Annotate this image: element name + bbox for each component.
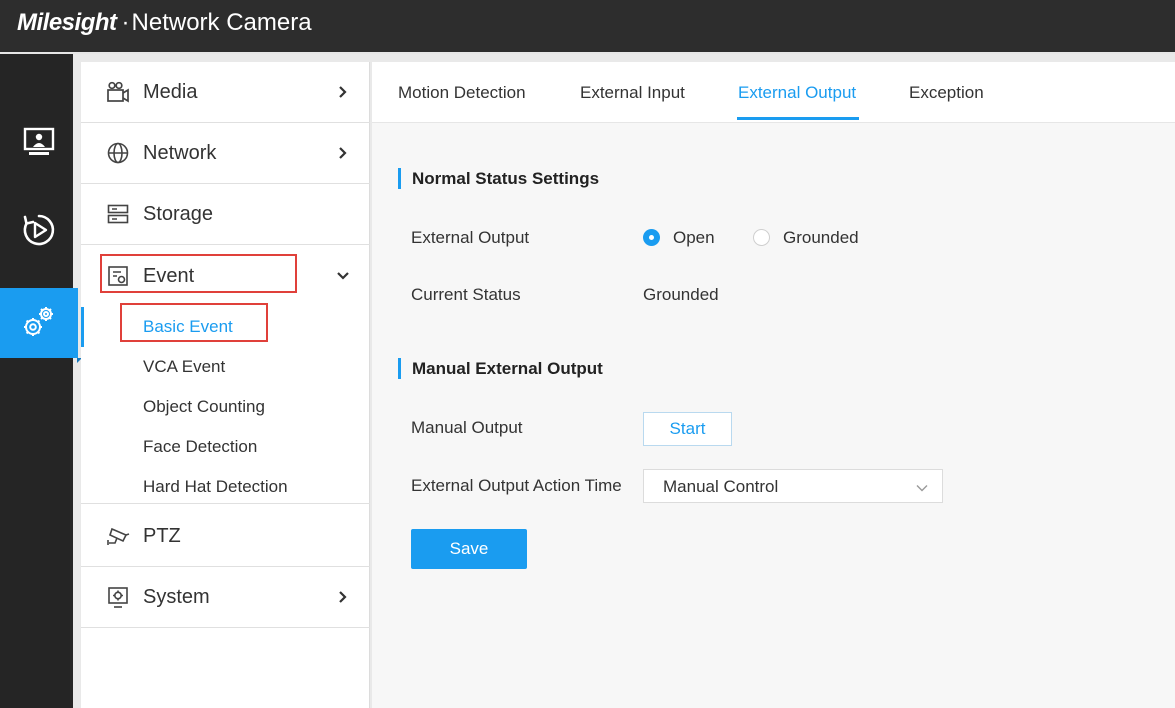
globe-icon	[106, 141, 130, 165]
main-content: Motion Detection External Input External…	[372, 62, 1175, 708]
menu-item-system[interactable]: System	[81, 567, 370, 628]
menu-item-media[interactable]: Media	[81, 62, 370, 123]
menu-item-label: System	[143, 585, 210, 608]
external-output-label: External Output	[411, 228, 530, 247]
manual-output-label: Manual Output	[411, 418, 523, 437]
current-status-label: Current Status	[411, 285, 521, 304]
current-status-value: Grounded	[643, 285, 719, 304]
radio-open[interactable]	[643, 229, 660, 246]
menu-item-label: PTZ	[143, 524, 181, 547]
top-header: Milesight ·Network Camera	[0, 0, 1175, 52]
active-tab-underline	[737, 117, 859, 120]
left-icon-bar	[0, 54, 82, 708]
action-time-select[interactable]: Manual Control	[643, 469, 943, 503]
action-time-value: Manual Control	[663, 477, 779, 496]
radio-open-label[interactable]: Open	[673, 228, 715, 248]
camera-icon	[106, 80, 130, 104]
chevron-right-icon	[336, 146, 350, 160]
subitem-face-detection[interactable]: Face Detection	[143, 437, 257, 457]
subitem-object-counting[interactable]: Object Counting	[143, 397, 265, 417]
tab-exception[interactable]: Exception	[909, 83, 984, 103]
settings-icon	[21, 303, 57, 344]
event-icon	[106, 264, 130, 288]
section-manual-output: Manual External Output	[398, 358, 603, 379]
start-button[interactable]: Start	[643, 412, 732, 446]
active-subitem-indicator	[81, 307, 84, 347]
menu-item-label: Media	[143, 80, 198, 103]
tab-bar: Motion Detection External Input External…	[372, 62, 1175, 123]
menu-item-storage[interactable]: Storage	[81, 184, 370, 245]
system-icon	[106, 585, 130, 609]
menu-item-event: Event Basic Event VCA Event Object Count…	[81, 245, 370, 504]
menu-item-ptz[interactable]: PTZ	[81, 506, 370, 567]
tab-external-output[interactable]: External Output	[738, 83, 856, 103]
save-button[interactable]: Save	[411, 529, 527, 569]
monitor-icon	[23, 126, 55, 163]
playback-button[interactable]	[0, 197, 78, 267]
brand-logo: Milesight	[17, 9, 117, 36]
menu-item-network[interactable]: Network	[81, 123, 370, 184]
settings-button[interactable]	[0, 288, 82, 363]
brand-separator: ·	[121, 9, 130, 36]
header-divider	[0, 52, 1175, 54]
menu-item-label: Network	[143, 141, 217, 164]
radio-grounded[interactable]	[753, 229, 770, 246]
chevron-right-icon	[336, 590, 350, 604]
section-normal-status: Normal Status Settings	[398, 168, 599, 189]
radio-grounded-label[interactable]: Grounded	[783, 228, 859, 248]
menu-item-label: Storage	[143, 202, 214, 225]
settings-menu: Media Network Storage Event Basic Event …	[81, 62, 370, 708]
subitem-hard-hat-detection[interactable]: Hard Hat Detection	[143, 477, 288, 497]
chevron-right-icon	[336, 85, 350, 99]
storage-icon	[106, 202, 130, 226]
brand: Milesight ·Network Camera	[17, 9, 312, 37]
menu-item-label: Event	[143, 265, 195, 287]
chevron-down-icon	[336, 269, 350, 283]
product-name: Network Camera	[131, 9, 312, 36]
subitem-basic-event[interactable]: Basic Event	[143, 317, 233, 337]
tab-external-input[interactable]: External Input	[580, 83, 685, 103]
action-time-label: External Output Action Time	[411, 476, 622, 495]
tab-motion-detection[interactable]: Motion Detection	[398, 83, 526, 103]
event-header[interactable]: Event	[81, 245, 370, 306]
live-view-button[interactable]	[0, 109, 78, 179]
ptz-camera-icon	[106, 524, 130, 548]
playback-icon	[22, 213, 56, 252]
chevron-down-icon	[916, 481, 928, 493]
subitem-vca-event[interactable]: VCA Event	[143, 357, 225, 377]
